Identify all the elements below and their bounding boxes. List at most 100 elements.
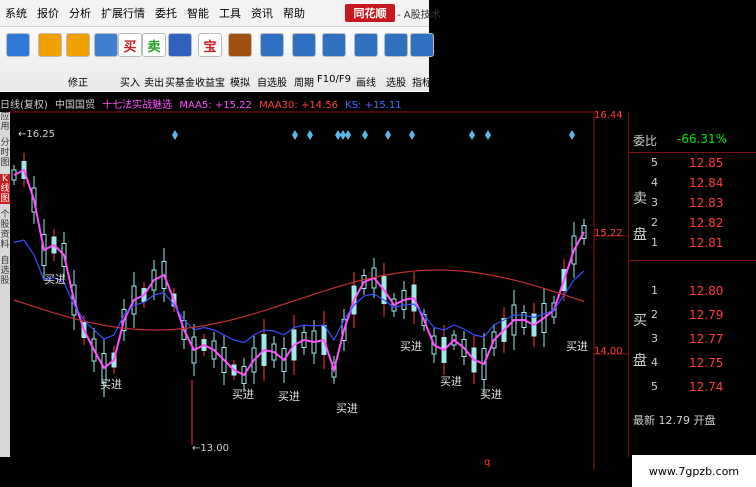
- left-tab-bar: 应用 分时图 K线图 个股资料 自选股: [0, 112, 10, 457]
- menu-item-quotes[interactable]: 报价: [32, 5, 64, 21]
- buy-level-row: 2 12.79: [629, 308, 756, 328]
- sell-level-price: 12.85: [689, 156, 724, 170]
- sell-level-number: 3: [651, 196, 658, 209]
- chart-header: 日线(复权) 中国国贸 十七法实战魅选 MAA5: +15.22 MAA30: …: [0, 96, 406, 111]
- sell-level-row: 3 12.83: [629, 196, 756, 216]
- sell-level-number: 4: [651, 176, 658, 189]
- sell-level-row: 1 12.81: [629, 236, 756, 256]
- order-book-panel: 委比 -66.31% 卖 盘 5 12.85 4 12.84 3 12.83 2 12.82 1…: [628, 112, 756, 457]
- app-button[interactable]: [4, 29, 32, 59]
- buy-icon: 买: [118, 33, 142, 57]
- hammer-icon: [228, 33, 252, 57]
- buy-level-number: 5: [651, 380, 658, 393]
- menu-bar: 系统 报价 分析 扩展行情 委托 智能 工具 资讯 帮助 同花顺 - A股技术: [0, 0, 441, 27]
- bottom-marker: q: [484, 457, 490, 468]
- buy-signal-label: 买进: [480, 388, 502, 401]
- period-label[interactable]: 日线(复权): [0, 100, 48, 111]
- buy-level-price: 12.80: [689, 284, 724, 298]
- back-arrow-button[interactable]: [36, 29, 64, 59]
- menu-item-trade[interactable]: 委托: [150, 5, 182, 21]
- buy-level-number: 3: [651, 332, 658, 345]
- signal-diamond: [362, 130, 368, 140]
- treasure-button[interactable]: 宝收益宝: [195, 29, 225, 89]
- buy-signal-label: 买进: [400, 340, 422, 353]
- buy-signal-label: 买进: [278, 390, 300, 403]
- menu-item-extended-quotes[interactable]: 扩展行情: [96, 5, 150, 21]
- pen-button[interactable]: 画线: [352, 29, 380, 89]
- commission-ratio-label: 委比: [633, 134, 658, 148]
- left-tab-profile[interactable]: 个股资料: [0, 210, 10, 250]
- ks-line: [13, 239, 585, 344]
- buy-signal-label: 买进: [44, 273, 66, 286]
- signal-diamond: [385, 130, 391, 140]
- menu-item-system[interactable]: 系统: [0, 5, 32, 21]
- period-button[interactable]: 周期: [290, 29, 318, 89]
- sell-level-number: 2: [651, 216, 658, 229]
- menu-item-tools[interactable]: 工具: [214, 5, 246, 21]
- ma5-value: MAA5: +15.22: [179, 100, 252, 111]
- high-annotation: ←16.25: [18, 129, 55, 140]
- menu-item-smart[interactable]: 智能: [182, 5, 214, 21]
- sell-icon: 卖: [142, 33, 166, 57]
- window-title: - A股技术: [397, 10, 441, 21]
- up-down-arrow-label: 修正: [68, 78, 88, 89]
- f10-icon: [322, 33, 346, 57]
- sell-level-price: 12.83: [689, 196, 724, 210]
- sell-level-row: 4 12.84: [629, 176, 756, 196]
- stock-pick-button[interactable]: 选股: [382, 29, 410, 89]
- signal-diamond: [307, 130, 313, 140]
- up-down-arrow-button[interactable]: 修正: [64, 29, 92, 89]
- menu-item-help[interactable]: 帮助: [278, 5, 310, 21]
- back-arrow-icon: [38, 33, 62, 57]
- trading-app-window: 买进 买进 买进 买进 买进 买进 买进 买进 买进 ←16.25 ←13.00 q 系统 报价 分析…: [0, 0, 756, 487]
- stock-name: 中国国贸: [55, 100, 95, 111]
- buy-level-number: 1: [651, 284, 658, 297]
- watchlist-button[interactable]: 自选股: [257, 29, 287, 89]
- formula-name[interactable]: 十七法实战魅选: [102, 100, 172, 111]
- buy-level-row: 4 12.75: [629, 356, 756, 376]
- commission-ratio-value: -66.31%: [677, 132, 728, 146]
- buy-signal-label: 买进: [566, 340, 588, 353]
- price-label-mid: 15.22: [594, 228, 623, 239]
- sell-level-price: 12.81: [689, 236, 724, 250]
- menu-item-analysis[interactable]: 分析: [64, 5, 96, 21]
- left-tab-apps[interactable]: 应用: [0, 112, 10, 132]
- f10-button[interactable]: F10/F9: [317, 29, 351, 85]
- treasure-icon: 宝: [198, 33, 222, 57]
- toolbar: 修正买买入卖卖出 买基金宝收益宝 模拟 自选股 周期 F10/F9 画线 选股 指标: [0, 27, 434, 91]
- menu-item-news[interactable]: 资讯: [246, 5, 278, 21]
- buy-level-number: 2: [651, 308, 658, 321]
- ma5-line: [13, 168, 585, 377]
- hammer-button[interactable]: 模拟: [226, 29, 254, 89]
- buy-signal-label: 买进: [100, 378, 122, 391]
- signal-diamond: [469, 130, 475, 140]
- signal-diamond: [409, 130, 415, 140]
- sell-level-price: 12.84: [689, 176, 724, 190]
- fund-button[interactable]: 买基金: [165, 29, 195, 89]
- signal-diamond: [569, 130, 575, 140]
- sell-level-price: 12.82: [689, 216, 724, 230]
- divider: [629, 260, 756, 261]
- sell-button[interactable]: 卖卖出: [140, 29, 168, 89]
- sell-level-number: 1: [651, 236, 658, 249]
- buy-level-row: 1 12.80: [629, 284, 756, 304]
- left-tab-timeshare[interactable]: 分时图: [0, 138, 10, 168]
- signal-diamond: [485, 130, 491, 140]
- buy-level-price: 12.75: [689, 356, 724, 370]
- pen-icon: [354, 33, 378, 57]
- low-annotation: ←13.00: [192, 443, 229, 454]
- up-down-arrow-icon: [66, 33, 90, 57]
- price-axis: 16.44 15.22 14.00: [594, 110, 628, 455]
- ma30-value: MAA30: +14.56: [259, 100, 338, 111]
- sell-level-row: 2 12.82: [629, 216, 756, 236]
- period-icon: [292, 33, 316, 57]
- app-logo: 同花顺: [345, 4, 395, 22]
- indicator-label: 指标: [412, 78, 432, 89]
- left-tab-kline[interactable]: K线图: [0, 174, 10, 204]
- left-tab-watchlist[interactable]: 自选股: [0, 256, 10, 286]
- watermark: www.7gpzb.com: [632, 455, 756, 487]
- signal-diamond: [292, 130, 298, 140]
- fund-icon: [168, 33, 192, 57]
- commission-ratio-row: 委比 -66.31%: [629, 130, 756, 153]
- indicator-button[interactable]: 指标: [408, 29, 436, 89]
